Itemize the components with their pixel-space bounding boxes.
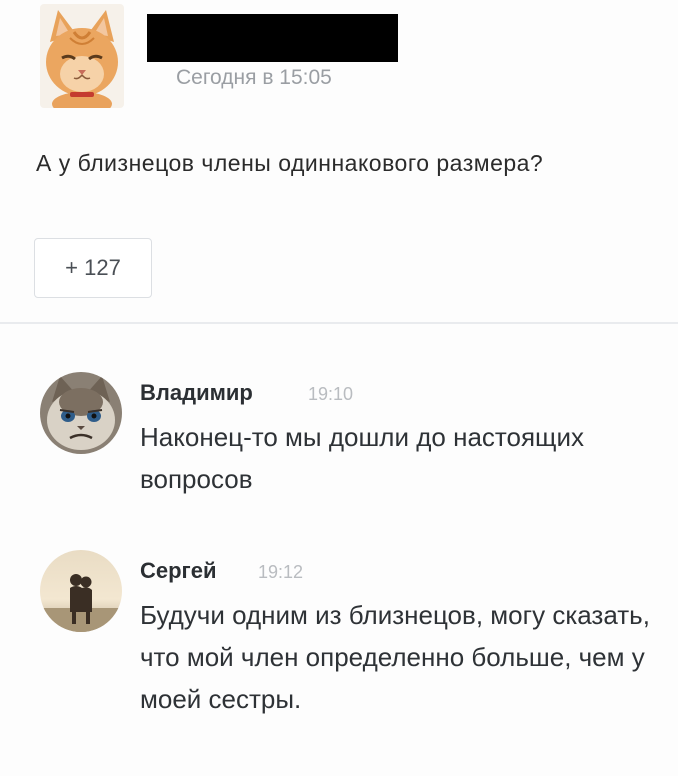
grumpy-cat-avatar-icon <box>40 372 122 454</box>
comment-time-sergey: 19:12 <box>258 562 304 582</box>
post-timestamp: Сегодня в 15:05 <box>176 66 332 89</box>
post-page: Сегодня в 15:05 А у близнецов члены один… <box>0 0 678 776</box>
comment-author-vladimir[interactable]: Владимир <box>140 380 253 406</box>
post-author-avatar[interactable] <box>40 4 124 108</box>
like-button[interactable]: + 127 <box>34 238 152 298</box>
comment-avatar-vladimir[interactable] <box>40 372 122 454</box>
comment-avatar-sergey[interactable] <box>40 550 122 632</box>
comment-text-sergey: Будучи одним из близнецов, могу сказать,… <box>140 600 650 714</box>
comment-text-vladimir: Наконец-то мы дошли до настоящих вопросо… <box>140 422 584 494</box>
author-name-redacted <box>147 14 398 62</box>
comment-author-sergey[interactable]: Сергей <box>140 558 216 584</box>
post-text: А у близнецов члены одиннакового размера… <box>36 150 544 176</box>
orange-cat-avatar-icon <box>40 4 124 108</box>
couple-silhouette-avatar-icon <box>40 550 122 632</box>
divider <box>0 322 678 324</box>
comment-time-vladimir: 19:10 <box>308 384 354 404</box>
